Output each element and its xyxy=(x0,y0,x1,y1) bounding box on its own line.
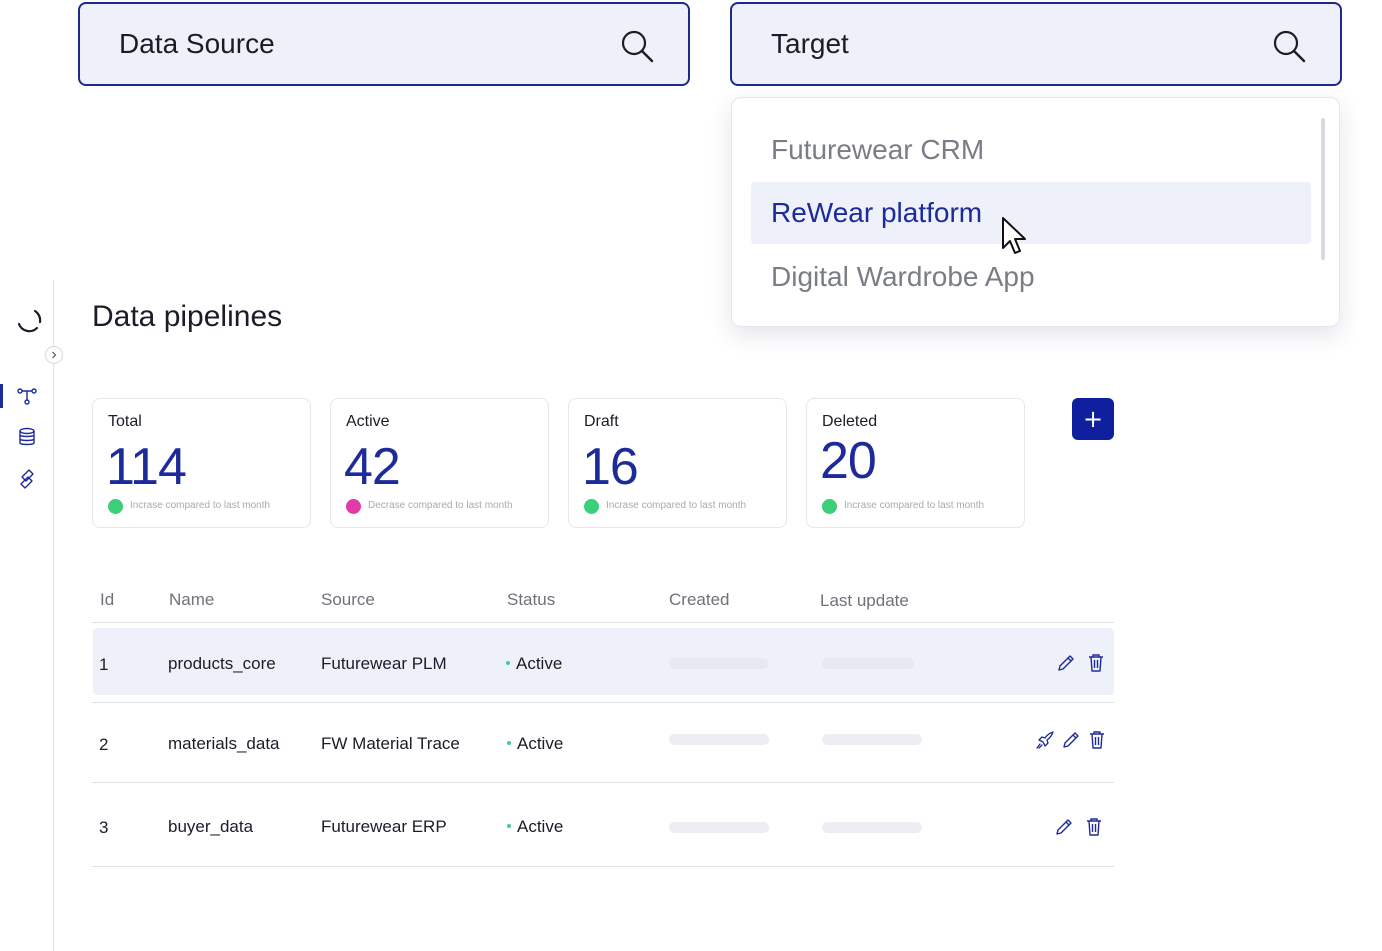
trend-text: Incrase compared to last month xyxy=(130,500,271,511)
cell-created-placeholder xyxy=(669,822,769,833)
cell-last-update-placeholder xyxy=(822,658,914,669)
cell-last-update-placeholder xyxy=(822,734,922,745)
cell-id: 2 xyxy=(99,735,109,754)
database-icon[interactable] xyxy=(16,426,38,448)
trend-up-icon xyxy=(822,499,837,514)
cell-id: 1 xyxy=(99,655,109,674)
target-dropdown: Futurewear CRM ReWear platform Digital W… xyxy=(731,97,1340,327)
stat-label: Draft xyxy=(584,413,619,430)
sidebar-collapse-button[interactable] xyxy=(45,346,63,364)
pipeline-icon[interactable] xyxy=(16,385,38,407)
cell-name: materials_data xyxy=(168,734,280,753)
stat-label: Deleted xyxy=(822,413,878,430)
column-header-id: Id xyxy=(100,590,115,609)
cell-status: Active xyxy=(517,734,564,753)
cell-status: Active xyxy=(516,654,563,673)
column-header-status: Status xyxy=(507,590,556,609)
stat-value: 114 xyxy=(106,438,187,496)
sidebar-active-indicator xyxy=(0,384,3,408)
stat-value: 20 xyxy=(820,432,877,490)
dropdown-option-futurewear-crm[interactable]: Futurewear CRM xyxy=(751,119,1311,181)
table-row-divider xyxy=(92,702,1114,703)
cell-source: Futurewear ERP xyxy=(321,817,447,836)
cell-last-update-placeholder xyxy=(822,822,922,833)
target-search[interactable]: Target xyxy=(730,2,1342,86)
page-title: Data pipelines xyxy=(92,300,283,333)
trend-up-icon xyxy=(584,499,599,514)
pencil-icon[interactable] xyxy=(1056,653,1076,673)
search-icon[interactable] xyxy=(620,29,654,63)
trash-icon[interactable] xyxy=(1086,653,1106,673)
status-active-dot xyxy=(507,824,511,828)
trash-icon[interactable] xyxy=(1087,730,1107,750)
trash-icon[interactable] xyxy=(1084,817,1104,837)
cell-status: Active xyxy=(517,817,564,836)
data-source-label: Data Source xyxy=(119,28,275,59)
stat-card-deleted: Deleted 20 Incrase compared to last mont… xyxy=(806,398,1025,528)
trend-text: Incrase compared to last month xyxy=(606,500,747,511)
sidebar-divider xyxy=(53,280,54,951)
dropdown-option-digital-wardrobe-app[interactable]: Digital Wardrobe App xyxy=(751,246,1311,308)
cell-created-placeholder xyxy=(669,734,769,745)
chevron-right-icon xyxy=(52,351,57,359)
transform-icon[interactable] xyxy=(16,468,38,490)
data-source-search[interactable]: Data Source xyxy=(78,2,690,86)
trend-up-icon xyxy=(108,499,123,514)
trend-text: Incrase compared to last month xyxy=(844,500,985,511)
cell-created-placeholder xyxy=(669,658,769,669)
stat-label: Total xyxy=(108,413,142,430)
stat-card-total: Total 114 Incrase compared to last month xyxy=(92,398,311,528)
column-header-created: Created xyxy=(669,590,730,609)
stat-value: 42 xyxy=(344,438,401,496)
cell-name: products_core xyxy=(168,654,276,673)
status-active-dot xyxy=(507,741,511,745)
trend-text: Decrase compared to last month xyxy=(368,500,513,511)
search-icon[interactable] xyxy=(1272,29,1306,63)
dropdown-option-rewear-platform[interactable]: ReWear platform xyxy=(751,182,1311,244)
loading-spinner-icon xyxy=(17,309,42,333)
cell-source: Futurewear PLM xyxy=(321,654,447,673)
cell-source: FW Material Trace xyxy=(321,734,460,753)
stat-label: Active xyxy=(346,413,390,430)
cell-id: 3 xyxy=(99,818,109,837)
add-pipeline-button[interactable]: + xyxy=(1072,398,1114,440)
table-row-divider xyxy=(92,866,1114,867)
cell-name: buyer_data xyxy=(168,817,254,836)
column-header-last-update: Last update xyxy=(820,591,909,610)
column-header-source: Source xyxy=(321,590,375,609)
rocket-icon[interactable] xyxy=(1035,730,1055,750)
target-label: Target xyxy=(771,28,849,59)
table-row-divider xyxy=(92,782,1114,783)
pencil-icon[interactable] xyxy=(1054,817,1074,837)
stat-value: 16 xyxy=(582,438,639,496)
dropdown-scrollbar[interactable] xyxy=(1321,118,1325,260)
trend-down-icon xyxy=(346,499,361,514)
stat-card-draft: Draft 16 Incrase compared to last month xyxy=(568,398,787,528)
column-header-name: Name xyxy=(169,590,215,609)
pencil-icon[interactable] xyxy=(1061,730,1081,750)
mouse-cursor-icon xyxy=(1002,217,1026,254)
status-active-dot xyxy=(506,661,510,665)
table-header-divider xyxy=(92,622,1114,623)
stat-card-active: Active 42 Decrase compared to last month xyxy=(330,398,549,528)
